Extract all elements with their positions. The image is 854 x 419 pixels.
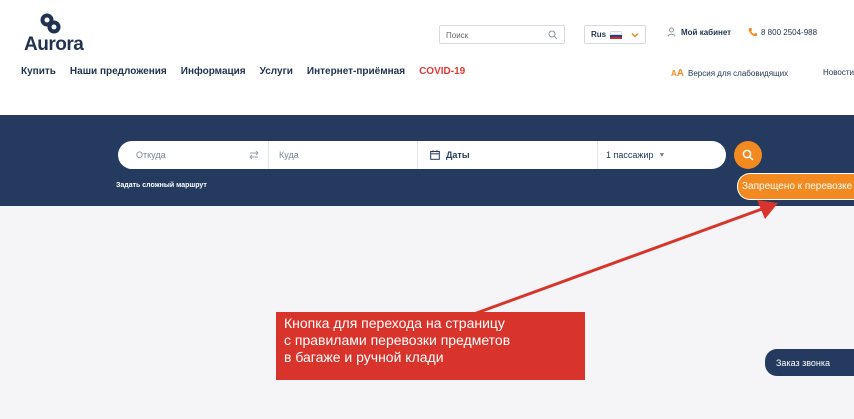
logo-text: Aurora [24,34,84,55]
nav-item-buy[interactable]: Купить [21,66,56,77]
russia-flag-icon [610,30,623,39]
phone-icon [748,28,757,37]
nav-item-information[interactable]: Информация [181,66,246,77]
origin-field[interactable] [118,141,269,169]
accessibility-link[interactable]: AA Версия для слабовидящих [671,68,788,79]
search-input[interactable] [446,28,542,42]
search-flights-button[interactable] [734,141,762,169]
callback-button[interactable]: Заказ звонка [765,349,854,376]
callout-line: Кнопка для перехода на страницу [284,315,505,331]
logo-mark-icon [40,13,61,34]
nav-item-offers[interactable]: Наши предложения [70,66,167,77]
callout-line: в багаже и ручной клади [284,349,444,365]
annotation-callout: Кнопка для перехода на страницу с правил… [276,312,585,380]
passengers-label: 1 пассажир [606,150,654,160]
news-link[interactable]: Новости [823,68,854,77]
phone-number: 8 800 2504-988 [761,27,818,37]
passengers-field[interactable]: 1 пассажир ▼ [598,141,726,169]
caret-down-icon: ▼ [658,151,666,159]
callout-line: с правилами перевозки предметов [284,332,511,348]
chevron-down-icon [631,32,639,38]
main-nav: Купить Наши предложения Информация Услуг… [21,66,465,77]
account-label: Мой кабинет [681,27,732,37]
font-size-icon-large: A [676,68,685,79]
site-search[interactable] [439,25,565,44]
site-header: Aurora Rus Мой кабин [0,0,854,115]
nav-item-services[interactable]: Услуги [260,66,293,77]
account-link[interactable]: Мой кабинет [667,27,731,37]
destination-field[interactable] [269,141,418,169]
swap-icon[interactable] [248,149,260,161]
nav-item-online-reception[interactable]: Интернет-приёмная [307,66,405,77]
calendar-icon [430,150,440,160]
search-icon[interactable] [548,30,558,40]
complex-route-link[interactable]: Задать сложный маршрут [116,182,207,189]
page: Aurora Rus Мой кабин [0,0,854,419]
search-icon [742,149,754,161]
phone-link[interactable]: 8 800 2504-988 [748,27,817,37]
logo[interactable]: Aurora [24,12,94,56]
font-size-icon: AA [671,68,684,79]
dates-label: Даты [446,150,470,160]
destination-input[interactable] [279,150,417,160]
forbidden-items-button[interactable]: Запрещено к перевозке [737,173,854,200]
language-selector[interactable]: Rus [584,25,646,44]
language-label: Rus [591,30,607,39]
accessibility-label: Версия для слабовидящих [688,69,789,78]
user-icon [667,27,676,37]
nav-item-covid[interactable]: COVID-19 [419,66,465,77]
flight-search-form: Даты 1 пассажир ▼ [118,141,762,169]
dates-field[interactable]: Даты [418,141,598,169]
